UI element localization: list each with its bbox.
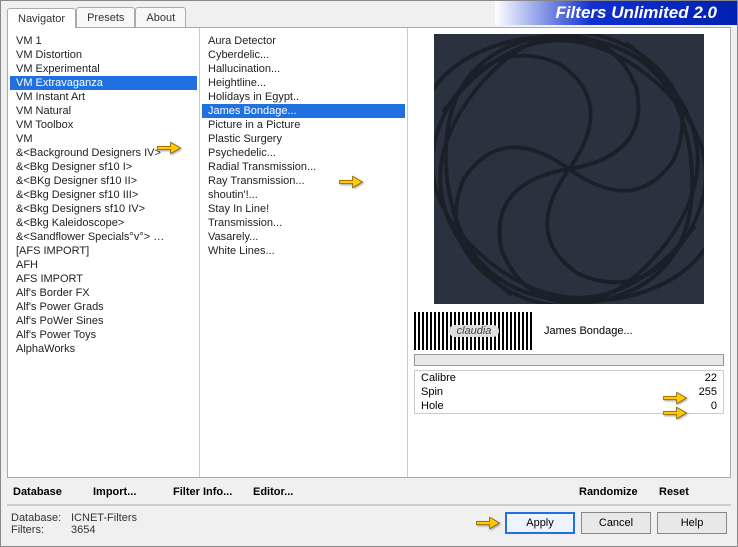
tab-bar: Navigator Presets About [7,7,186,27]
spiral-preview-icon [434,34,704,304]
filter-name-row: claudia James Bondage... [414,312,724,350]
progress-bar [414,354,724,366]
list-item[interactable]: VM [10,132,197,146]
author-logo-text: claudia [449,325,500,337]
param-value: 22 [677,372,717,384]
param-value: 255 [677,386,717,398]
filter-column: Aura DetectorCyberdelic...Hallucination.… [200,28,408,477]
button-label: Help [681,517,704,529]
app-title: Filters Unlimited 2.0 [495,1,737,25]
param-value: 0 [677,400,717,412]
apply-button[interactable]: Apply [505,512,575,534]
list-item[interactable]: Vasarely... [202,230,405,244]
param-row[interactable]: Calibre22 [415,371,723,385]
button-label: Editor... [253,486,293,498]
button-label: Import... [93,486,136,498]
button-label: Reset [659,486,689,498]
list-item[interactable]: &<Background Designers IV> [10,146,197,160]
category-column: VM 1VM DistortionVM ExperimentalVM Extra… [8,28,200,477]
list-item[interactable]: Alf's Power Toys [10,328,197,342]
list-item[interactable]: &<Bkg Designers sf10 IV> [10,202,197,216]
list-item[interactable]: Psychedelic... [202,146,405,160]
list-item[interactable]: Heightline... [202,76,405,90]
list-item[interactable]: Plastic Surgery [202,132,405,146]
list-item[interactable]: Radial Transmission... [202,160,405,174]
list-item[interactable]: Alf's Power Grads [10,300,197,314]
import-button[interactable]: Import... [89,484,163,500]
button-label: Cancel [599,517,633,529]
list-item[interactable]: Hallucination... [202,62,405,76]
list-item[interactable]: AFS IMPORT [10,272,197,286]
list-item[interactable]: AFH [10,258,197,272]
footer-buttons: Apply Cancel Help [505,512,727,534]
tab-presets[interactable]: Presets [76,7,135,27]
database-value: ICNET-Filters [71,512,137,524]
filters-count-value: 3654 [71,524,95,536]
tab-label: Presets [87,12,124,24]
editor-button[interactable]: Editor... [249,484,323,500]
database-label: Database: [11,512,71,524]
preview-image [434,34,704,304]
tab-navigator[interactable]: Navigator [7,8,76,28]
tab-label: About [146,12,175,24]
list-item[interactable]: VM Instant Art [10,90,197,104]
list-item[interactable]: White Lines... [202,244,405,258]
footer: Database:ICNET-Filters Filters:3654 Appl… [1,506,737,546]
parameter-list: Calibre22Spin255Hole0 [414,370,724,414]
list-item[interactable]: Alf's PoWer Sines [10,314,197,328]
preview-column: claudia James Bondage... Calibre22Spin25… [408,28,730,477]
list-item[interactable]: &<Bkg Designer sf10 III> [10,188,197,202]
list-item[interactable]: &<Bkg Designer sf10 I> [10,160,197,174]
button-label: Filter Info... [173,486,232,498]
list-item[interactable]: Stay In Line! [202,202,405,216]
list-item[interactable]: VM Natural [10,104,197,118]
toolbar-row: Database Import... Filter Info... Editor… [1,478,737,504]
param-row[interactable]: Spin255 [415,385,723,399]
list-item[interactable]: &<Bkg Kaleidoscope> [10,216,197,230]
tab-label: Navigator [18,13,65,25]
pointer-hand-icon [475,513,501,533]
button-label: Database [13,486,62,498]
reset-button[interactable]: Reset [655,484,729,500]
filter-info-button[interactable]: Filter Info... [169,484,243,500]
param-row[interactable]: Hole0 [415,399,723,413]
param-label: Spin [421,386,677,398]
filter-list[interactable]: Aura DetectorCyberdelic...Hallucination.… [200,28,407,477]
list-item[interactable]: Cyberdelic... [202,48,405,62]
filters-unlimited-window: Filters Unlimited 2.0 Navigator Presets … [0,0,738,547]
cancel-button[interactable]: Cancel [581,512,651,534]
randomize-button[interactable]: Randomize [575,484,649,500]
list-item[interactable]: &<BKg Designer sf10 II> [10,174,197,188]
button-label: Apply [526,517,554,529]
list-item[interactable]: Aura Detector [202,34,405,48]
list-item[interactable]: &<Sandflower Specials°v°> … [10,230,197,244]
help-button[interactable]: Help [657,512,727,534]
current-filter-name: James Bondage... [534,323,724,339]
filters-count-label: Filters: [11,524,71,536]
list-item[interactable]: James Bondage... [202,104,405,118]
footer-info: Database:ICNET-Filters Filters:3654 [11,512,137,536]
param-label: Hole [421,400,677,412]
list-item[interactable]: AlphaWorks [10,342,197,356]
list-item[interactable]: VM Toolbox [10,118,197,132]
author-logo: claudia [414,312,534,350]
list-item[interactable]: Holidays in Egypt.. [202,90,405,104]
database-button[interactable]: Database [9,484,83,500]
list-item[interactable]: shoutin'!... [202,188,405,202]
list-item[interactable]: Alf's Border FX [10,286,197,300]
list-item[interactable]: VM Experimental [10,62,197,76]
header: Filters Unlimited 2.0 Navigator Presets … [1,1,737,27]
list-item[interactable]: Transmission... [202,216,405,230]
main-panel: VM 1VM DistortionVM ExperimentalVM Extra… [7,27,731,478]
category-list[interactable]: VM 1VM DistortionVM ExperimentalVM Extra… [8,28,199,477]
list-item[interactable]: Picture in a Picture [202,118,405,132]
button-label: Randomize [579,486,638,498]
list-item[interactable]: VM Distortion [10,48,197,62]
param-label: Calibre [421,372,677,384]
list-item[interactable]: Ray Transmission... [202,174,405,188]
list-item[interactable]: [AFS IMPORT] [10,244,197,258]
list-item[interactable]: VM Extravaganza [10,76,197,90]
list-item[interactable]: VM 1 [10,34,197,48]
tab-about[interactable]: About [135,7,186,27]
